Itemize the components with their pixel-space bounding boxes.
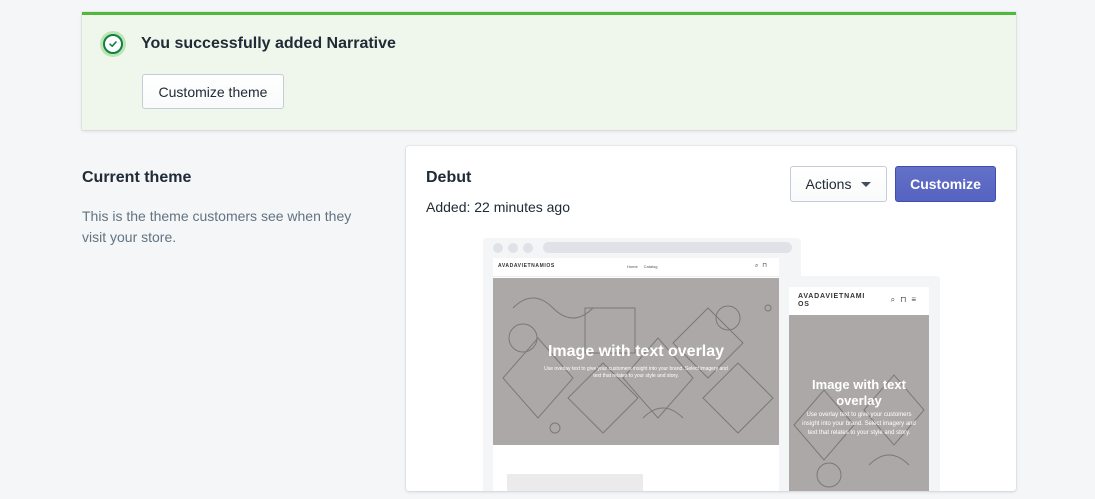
actions-label: Actions [805,176,852,192]
mobile-screen: AVADAVIETNAMI OS ⌕⊓≡ Image with text ove… [789,287,929,491]
check-circle-icon [100,31,126,57]
desktop-screen: AVADAVIETNAMIOS Home Catalog ⌕⊓ Image wi… [493,258,779,491]
current-theme-description: This is the theme customers see when the… [82,208,352,245]
actions-dropdown-button[interactable]: Actions [790,166,887,202]
mobile-hero-title: Image with text overlay [812,377,906,408]
mobile-hero-text: Use overlay text to give your customers … [802,412,916,436]
preview-nav-links: Home Catalog [627,264,663,269]
window-controls [493,243,533,253]
theme-card: Debut Added: 22 minutes ago Actions Cust… [406,146,1016,491]
theme-name: Debut [426,169,472,186]
caret-down-icon [861,181,872,187]
preview-hero-text: Use overlay text to give your customers … [544,366,728,379]
hero-illustration [502,297,774,434]
customize-button[interactable]: Customize [895,166,996,202]
success-banner: You successfully added Narrative Customi… [82,12,1016,130]
preview-store-name: AVADAVIETNAMIOS [498,263,555,269]
preview-header-icons: ⌕⊓ [754,263,771,269]
mobile-preview-header: AVADAVIETNAMI OS ⌕⊓≡ [789,287,929,314]
preview-hero: Image with text overlay Use overlay text… [493,278,779,445]
browser-url-bar [543,242,792,253]
mobile-preview: AVADAVIETNAMI OS ⌕⊓≡ Image with text ove… [780,276,940,491]
theme-added-time: Added: 22 minutes ago [426,199,570,215]
mobile-header-icons: ⌕⊓≡ [890,295,921,304]
preview-nav-catalog: Catalog [643,264,658,269]
mobile-preview-store-name: AVADAVIETNAMI OS [798,293,866,308]
preview-nav-home: Home [627,264,638,269]
mobile-preview-hero: Image with text overlay Use overlay text… [789,315,929,491]
banner-title: You successfully added Narrative [141,35,396,52]
desktop-preview: AVADAVIETNAMIOS Home Catalog ⌕⊓ Image wi… [483,238,801,491]
current-theme-heading: Current theme [82,169,192,186]
preview-content-placeholder [507,474,643,491]
customize-theme-button[interactable]: Customize theme [142,74,284,109]
preview-hero-title: Image with text overlay [547,343,725,360]
preview-header: AVADAVIETNAMIOS Home Catalog ⌕⊓ [493,258,779,277]
